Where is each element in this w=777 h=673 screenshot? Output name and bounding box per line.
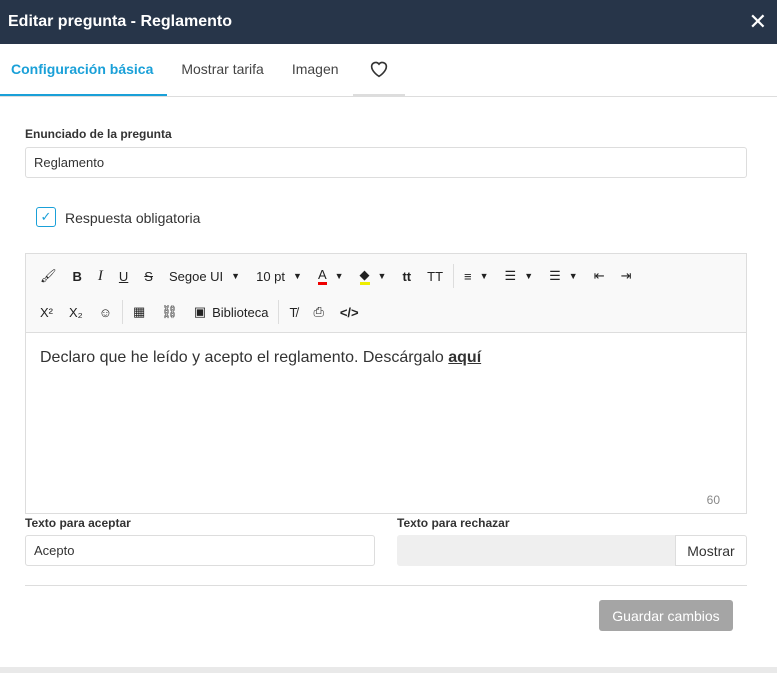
heart-icon <box>370 61 387 78</box>
editor-text: Declaro que he leído y acepto el reglame… <box>40 349 449 366</box>
tab-bar: Configuración básica Mostrar tarifa Imag… <box>0 44 777 97</box>
required-checkbox[interactable]: ✓ <box>36 207 56 227</box>
accept-input[interactable]: Acepto <box>25 535 375 566</box>
format-painter-icon[interactable]: 🖌 <box>32 261 65 291</box>
emoji-icon[interactable]: ☺ <box>91 297 120 327</box>
chevron-down-icon: ▼ <box>293 271 302 281</box>
ordered-list-icon: ☰ <box>504 268 517 283</box>
tab-show-rate[interactable]: Mostrar tarifa <box>167 44 277 96</box>
download-link[interactable]: aquí <box>448 349 481 366</box>
divider <box>122 300 123 324</box>
font-family-select[interactable]: Segoe UI ▼ <box>161 261 248 291</box>
highlight-color-button[interactable]: ◆ ▼ <box>352 261 395 291</box>
save-button[interactable]: Guardar cambios <box>599 600 733 631</box>
dialog-header: Editar pregunta - Reglamento ✕ <box>0 0 777 44</box>
font-family-value: Segoe UI <box>168 268 224 284</box>
chevron-down-icon: ▼ <box>479 271 489 281</box>
question-input[interactable]: Reglamento <box>25 147 747 178</box>
uppercase-icon[interactable]: TT <box>419 261 451 291</box>
reject-input[interactable] <box>397 535 676 566</box>
chevron-down-icon: ▼ <box>377 271 387 281</box>
accept-label: Texto para aceptar <box>25 516 131 530</box>
tab-favorite[interactable] <box>352 44 405 96</box>
ordered-list-button[interactable]: ☰ ▼ <box>497 261 542 291</box>
clear-format-icon[interactable]: T̸ <box>281 297 305 327</box>
font-size-value: 10 pt <box>256 268 286 284</box>
lowercase-icon[interactable]: tt <box>394 261 419 291</box>
font-color-icon: A <box>317 267 327 285</box>
rich-text-editor: 🖌 B I U S Segoe UI ▼ 10 pt ▼ A ▼ ◆ ▼ tt TT ≡… <box>25 253 747 514</box>
close-icon[interactable]: ✕ <box>749 11 767 33</box>
chevron-down-icon: ▼ <box>524 271 534 281</box>
outdent-icon[interactable]: ⇤ <box>586 261 613 291</box>
link-icon[interactable]: ⛓ <box>153 297 186 327</box>
chevron-down-icon: ▼ <box>334 271 344 281</box>
divider <box>278 300 280 324</box>
divider <box>25 585 747 586</box>
superscript-icon[interactable]: X² <box>32 297 61 327</box>
italic-icon[interactable]: I <box>90 261 111 291</box>
editor-toolbar: 🖌 B I U S Segoe UI ▼ 10 pt ▼ A ▼ ◆ ▼ tt TT ≡… <box>26 254 746 333</box>
tab-image[interactable]: Imagen <box>278 44 353 96</box>
tab-basic-config[interactable]: Configuración básica <box>0 44 168 96</box>
code-view-icon[interactable]: </> <box>332 297 367 327</box>
font-color-button[interactable]: A ▼ <box>310 261 352 291</box>
reject-label: Texto para rechazar <box>397 516 510 530</box>
question-label: Enunciado de la pregunta <box>25 127 172 141</box>
chevron-down-icon: ▼ <box>231 271 241 281</box>
strikethrough-icon[interactable]: S <box>136 261 161 291</box>
chevron-down-icon: ▼ <box>568 271 578 281</box>
align-left-icon: ≡ <box>464 268 472 284</box>
show-button[interactable]: Mostrar <box>675 535 747 566</box>
editor-content[interactable]: Declaro que he leído y acepto el reglame… <box>26 333 746 383</box>
library-label: Biblioteca <box>212 304 269 320</box>
underline-icon[interactable]: U <box>111 261 136 291</box>
indent-icon[interactable]: ⇥ <box>613 261 640 291</box>
bold-icon[interactable]: B <box>65 261 90 291</box>
divider <box>453 264 455 288</box>
subscript-icon[interactable]: X₂ <box>61 297 91 327</box>
image-icon: ▣ <box>193 304 207 319</box>
dialog-title: Editar pregunta - Reglamento <box>8 13 233 30</box>
align-button[interactable]: ≡ ▼ <box>456 261 497 291</box>
font-size-select[interactable]: 10 pt ▼ <box>248 261 310 291</box>
library-button[interactable]: ▣ Biblioteca <box>186 297 277 327</box>
character-count: 60 <box>706 493 720 507</box>
unordered-list-icon: ☰ <box>549 268 561 283</box>
required-label: Respuesta obligatoria <box>65 210 201 226</box>
edit-question-dialog: Editar pregunta - Reglamento ✕ Configura… <box>0 0 777 667</box>
print-icon[interactable]: ⎙ <box>305 297 331 327</box>
unordered-list-button[interactable]: ☰ ▼ <box>541 261 586 291</box>
table-icon[interactable]: ▦ <box>125 297 153 327</box>
fill-color-icon: ◆ <box>359 267 370 285</box>
